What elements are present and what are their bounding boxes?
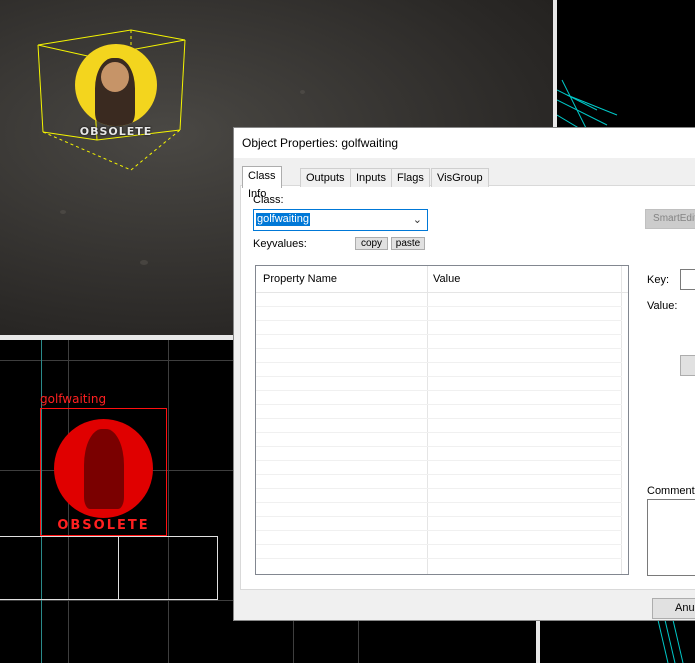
key-label: Key:	[647, 274, 670, 286]
column-divider	[621, 266, 622, 574]
table-row	[256, 530, 622, 531]
comments-label: Comments	[647, 485, 695, 497]
table-row	[256, 516, 622, 517]
keyvalues-label: Keyvalues:	[253, 238, 307, 250]
grid-line	[0, 600, 233, 601]
cyan-wireframe	[657, 620, 684, 663]
bottom-viewport[interactable]	[233, 620, 695, 663]
brush-edge	[118, 536, 119, 600]
table-row	[256, 488, 622, 489]
class-label: Class:	[253, 194, 284, 206]
table-row	[256, 376, 622, 377]
obsolete-caption-2d: OBSOLETE	[57, 518, 150, 533]
table-row	[256, 558, 622, 559]
entity-name-label: golfwaiting	[40, 392, 107, 406]
wireframe-viewport[interactable]	[557, 0, 695, 130]
class-value: golfwaiting	[256, 213, 310, 226]
obsolete-caption-3d: OBSOLETE	[79, 125, 153, 138]
key-input[interactable]	[680, 269, 695, 290]
2d-viewport[interactable]: golfwaiting OBSOLETE	[0, 340, 233, 663]
brush-outline[interactable]	[0, 536, 218, 600]
grid-line	[293, 620, 294, 663]
class-combobox[interactable]: golfwaiting ⌄	[253, 209, 428, 231]
table-row	[256, 390, 622, 391]
entity-sprite-2d[interactable]	[54, 419, 153, 518]
table-row	[256, 418, 622, 419]
table-header: Property Name Value	[256, 266, 628, 293]
person-figure	[84, 429, 124, 509]
person-face	[101, 62, 129, 92]
viewport-splitter[interactable]	[536, 620, 540, 663]
cancel-button[interactable]: Anul	[652, 598, 695, 619]
pick-button[interactable]	[680, 355, 695, 376]
table-row	[256, 544, 622, 545]
value-label: Value:	[647, 300, 678, 312]
tab-flags[interactable]: Flags	[391, 168, 430, 187]
table-row	[256, 446, 622, 447]
dialog-title: Object Properties: golfwaiting	[242, 136, 399, 150]
tab-visgroup[interactable]: VisGroup	[431, 168, 489, 187]
column-header-property-name[interactable]: Property Name	[263, 273, 337, 285]
column-divider	[427, 266, 428, 574]
table-row	[256, 306, 622, 307]
cyan-wireframe	[557, 79, 618, 130]
table-row	[256, 320, 622, 321]
dialog-titlebar[interactable]: Object Properties: golfwaiting	[234, 128, 695, 158]
table-row	[256, 348, 622, 349]
keyvalues-table[interactable]: Property Name Value	[255, 265, 629, 575]
tab-outputs[interactable]: Outputs	[300, 168, 351, 187]
table-row	[256, 474, 622, 475]
table-row	[256, 502, 622, 503]
viewport-splitter[interactable]	[553, 0, 557, 130]
table-row	[256, 460, 622, 461]
table-row	[256, 362, 622, 363]
grid-line	[358, 620, 359, 663]
copy-button[interactable]: copy	[355, 237, 388, 250]
object-properties-dialog[interactable]: Object Properties: golfwaiting Class Inf…	[233, 127, 695, 621]
table-row	[256, 404, 622, 405]
smartedit-button[interactable]: SmartEdit	[645, 209, 695, 229]
column-header-value[interactable]: Value	[433, 273, 460, 285]
comments-textarea[interactable]	[647, 499, 695, 576]
entity-sprite-3d[interactable]	[75, 44, 157, 126]
grid-line	[168, 340, 169, 663]
paste-button[interactable]: paste	[391, 237, 425, 250]
tab-class-info[interactable]: Class Info	[242, 166, 282, 200]
chevron-down-icon[interactable]: ⌄	[413, 213, 422, 226]
tab-inputs[interactable]: Inputs	[350, 168, 392, 187]
grid-line	[0, 360, 233, 361]
table-row	[256, 432, 622, 433]
table-row	[256, 334, 622, 335]
